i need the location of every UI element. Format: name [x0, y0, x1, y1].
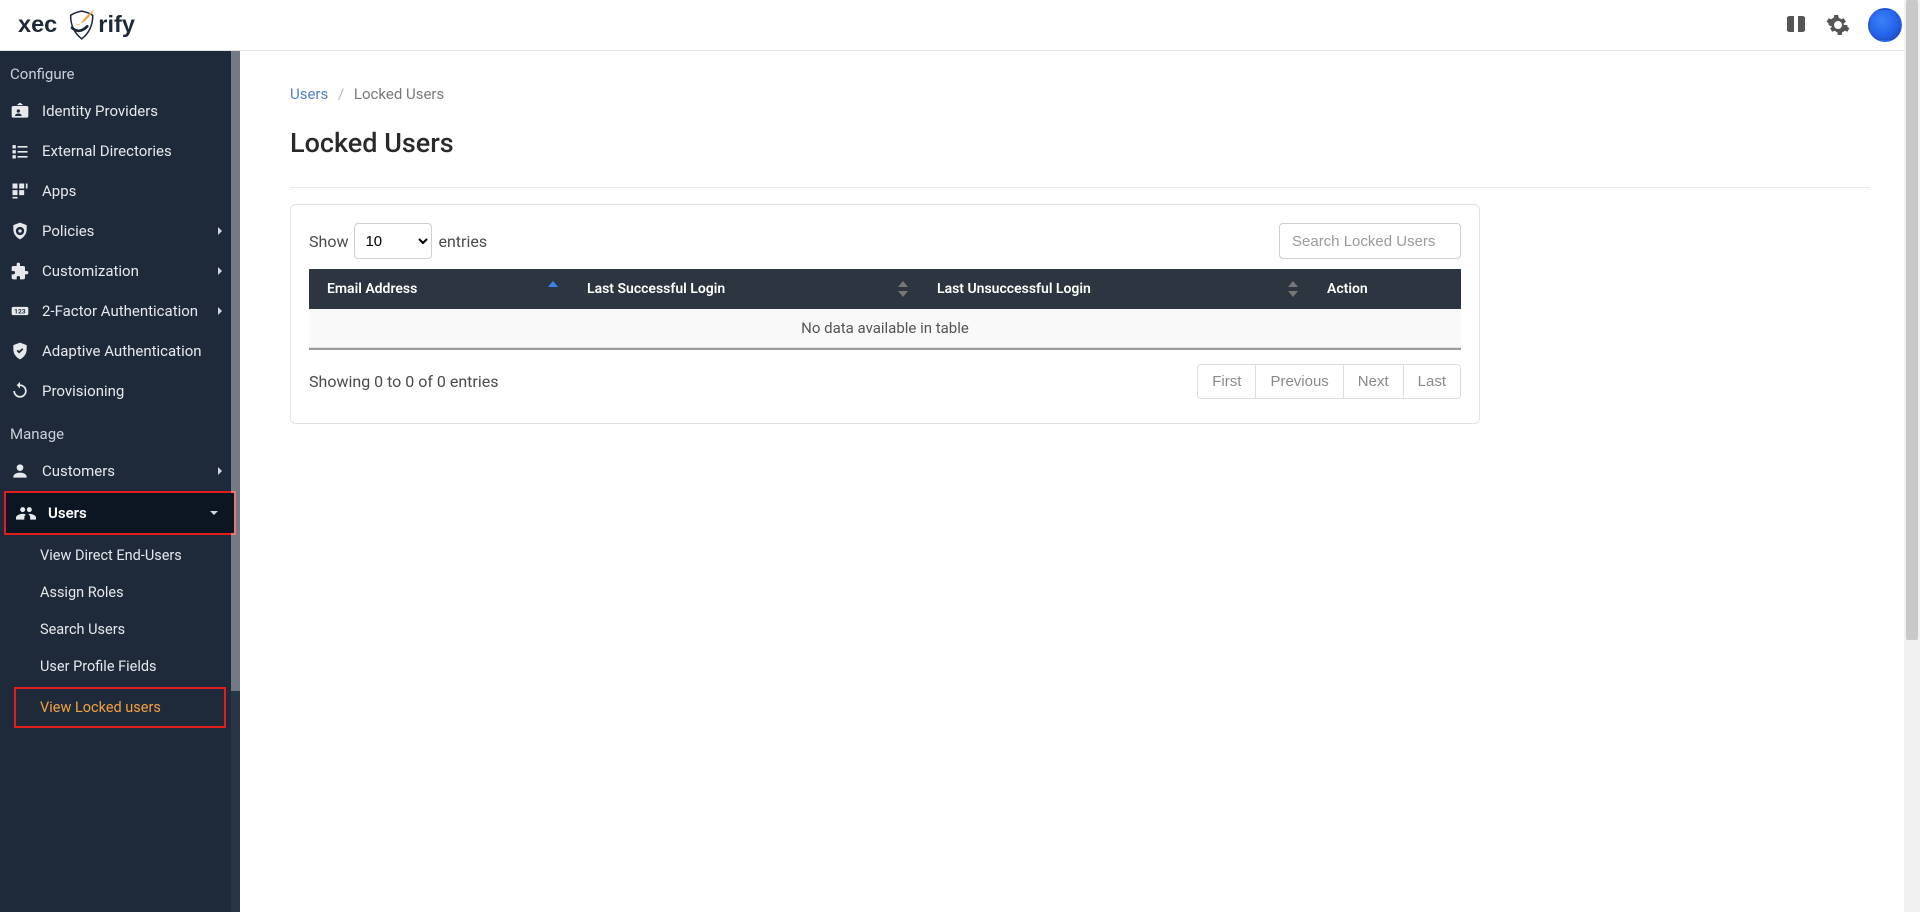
locked-users-panel: Show 10 25 50 100 entries Email Address — [290, 204, 1480, 424]
two-factor-icon: 123 — [10, 301, 30, 321]
page-scrollbar-thumb[interactable] — [1906, 0, 1918, 640]
svg-text:rify: rify — [98, 11, 135, 37]
sidebar-item-users[interactable]: Users — [6, 493, 234, 533]
table-bottom-line — [309, 348, 1461, 350]
sub-item-user-profile-fields[interactable]: User Profile Fields — [0, 648, 240, 685]
shield-check-icon — [10, 341, 30, 361]
sidebar-item-provisioning[interactable]: Provisioning — [0, 371, 240, 411]
sidebar-item-adaptive-auth[interactable]: Adaptive Authentication — [0, 331, 240, 371]
chevron-right-icon — [212, 303, 228, 319]
entries-select[interactable]: 10 25 50 100 — [354, 223, 432, 259]
breadcrumb: Users / Locked Users — [290, 85, 1870, 103]
sidebar-item-label: Users — [48, 504, 87, 522]
section-manage-label: Manage — [0, 411, 240, 451]
svg-text:123: 123 — [14, 308, 26, 316]
sidebar-item-label: 2-Factor Authentication — [42, 302, 198, 320]
chevron-right-icon — [212, 263, 228, 279]
search-input[interactable] — [1279, 223, 1461, 259]
table-empty-row: No data available in table — [309, 309, 1461, 348]
sidebar-item-label: External Directories — [42, 142, 172, 160]
col-last-unsuccess[interactable]: Last Unsuccessful Login — [919, 269, 1309, 309]
sub-item-assign-roles[interactable]: Assign Roles — [0, 574, 240, 611]
pager: First Previous Next Last — [1197, 364, 1461, 399]
breadcrumb-root-link[interactable]: Users — [290, 85, 328, 103]
chevron-right-icon — [212, 223, 228, 239]
highlight-users: Users — [4, 491, 236, 535]
sidebar-item-external-directories[interactable]: External Directories — [0, 131, 240, 171]
sidebar: Configure Identity Providers External Di… — [0, 51, 240, 912]
sidebar-item-2fa[interactable]: 123 2-Factor Authentication — [0, 291, 240, 331]
page-scrollbar-track[interactable] — [1904, 0, 1920, 912]
locked-users-table: Email Address Last Successful Login Last… — [309, 269, 1461, 348]
show-label-right: entries — [438, 232, 487, 251]
col-action: Action — [1309, 269, 1461, 309]
show-label-left: Show — [309, 232, 348, 251]
brand-logo[interactable]: xec rify — [18, 8, 198, 42]
sub-item-view-locked-users[interactable]: View Locked users — [16, 689, 224, 726]
pager-last[interactable]: Last — [1404, 364, 1461, 399]
list-icon — [10, 141, 30, 161]
sidebar-item-label: Customization — [42, 262, 139, 280]
book-icon[interactable] — [1784, 13, 1808, 37]
pager-first[interactable]: First — [1197, 364, 1256, 399]
sidebar-item-customers[interactable]: Customers — [0, 451, 240, 491]
grid-icon — [10, 181, 30, 201]
users-icon — [16, 503, 36, 523]
chevron-right-icon — [212, 463, 228, 479]
sidebar-item-label: Provisioning — [42, 382, 124, 400]
gear-icon[interactable] — [1826, 13, 1850, 37]
person-icon — [10, 461, 30, 481]
pager-previous[interactable]: Previous — [1256, 364, 1343, 399]
chevron-down-icon — [206, 505, 222, 521]
breadcrumb-sep: / — [338, 85, 344, 103]
main-content: Users / Locked Users Locked Users Show 1… — [240, 51, 1920, 912]
top-header: xec rify — [0, 0, 1920, 51]
pager-next[interactable]: Next — [1344, 364, 1404, 399]
sidebar-item-identity-providers[interactable]: Identity Providers — [0, 91, 240, 131]
shield-gear-icon — [10, 221, 30, 241]
sidebar-item-label: Customers — [42, 462, 115, 480]
sidebar-item-apps[interactable]: Apps — [0, 171, 240, 211]
sidebar-item-label: Policies — [42, 222, 94, 240]
sidebar-item-customization[interactable]: Customization — [0, 251, 240, 291]
avatar[interactable] — [1868, 8, 1902, 42]
sub-item-view-direct-endusers[interactable]: View Direct End-Users — [0, 537, 240, 574]
panel-top: Show 10 25 50 100 entries — [309, 223, 1461, 259]
section-configure-label: Configure — [0, 51, 240, 91]
breadcrumb-current: Locked Users — [354, 85, 444, 103]
xecurify-logo-svg: xec rify — [18, 8, 198, 42]
puzzle-icon — [10, 261, 30, 281]
sidebar-item-policies[interactable]: Policies — [0, 211, 240, 251]
sidebar-item-label: Adaptive Authentication — [42, 342, 202, 360]
header-actions — [1784, 8, 1902, 42]
col-last-success[interactable]: Last Successful Login — [569, 269, 919, 309]
col-email[interactable]: Email Address — [309, 269, 569, 309]
sidebar-item-label: Identity Providers — [42, 102, 158, 120]
table-empty-cell: No data available in table — [309, 309, 1461, 348]
app-layout: Configure Identity Providers External Di… — [0, 51, 1920, 912]
sync-icon — [10, 381, 30, 401]
panel-bottom: Showing 0 to 0 of 0 entries First Previo… — [309, 364, 1461, 399]
sub-item-search-users[interactable]: Search Users — [0, 611, 240, 648]
sort-icon — [1287, 281, 1299, 297]
show-entries: Show 10 25 50 100 entries — [309, 223, 487, 259]
sidebar-item-label: Apps — [42, 182, 76, 200]
page-hr — [290, 187, 1870, 188]
sort-icon — [897, 281, 909, 297]
svg-text:xec: xec — [18, 11, 57, 37]
id-card-icon — [10, 101, 30, 121]
showing-info: Showing 0 to 0 of 0 entries — [309, 372, 498, 391]
highlight-view-locked: View Locked users — [14, 687, 226, 728]
sort-asc-icon — [547, 281, 559, 297]
page-title: Locked Users — [290, 127, 1870, 159]
